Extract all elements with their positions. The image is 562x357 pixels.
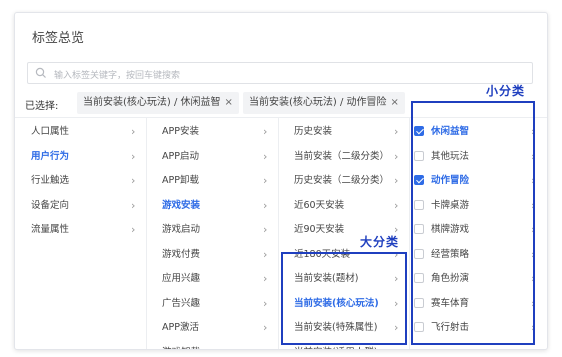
selected-tag-text: 当前安装(核心玩法) / 动作冒险 bbox=[249, 97, 387, 108]
chevron-right-icon: › bbox=[394, 125, 399, 138]
list-item[interactable]: 应用兴趣 › bbox=[146, 267, 278, 291]
list-item-label: APP激活 bbox=[162, 322, 199, 333]
chevron-right-icon: › bbox=[263, 198, 268, 212]
chevron-right-icon: › bbox=[263, 149, 268, 163]
big-category-annotation: 大分类 bbox=[360, 235, 400, 249]
chevron-right-icon: › bbox=[394, 198, 399, 212]
list-item[interactable]: APP卸载 › bbox=[146, 169, 278, 193]
chevron-right-icon: › bbox=[131, 198, 136, 212]
list-item-label: 行业触选 bbox=[31, 175, 70, 186]
chevron-right-icon: › bbox=[263, 125, 268, 138]
selected-tag[interactable]: 当前安装(核心玩法) / 休闲益智 × bbox=[77, 92, 239, 114]
chevron-right-icon: › bbox=[263, 341, 267, 350]
list-item-label: 近60天安装 bbox=[294, 199, 345, 211]
list-item[interactable]: 广告兴趣 › bbox=[146, 292, 278, 316]
chevron-right-icon: › bbox=[263, 247, 268, 261]
chevron-right-icon: › bbox=[394, 149, 399, 163]
chevron-right-icon: › bbox=[263, 174, 268, 187]
list-item-label: 当前安装（二级分类） bbox=[294, 150, 390, 162]
chevron-right-icon: › bbox=[131, 223, 136, 236]
list-item-label: 应用兴趣 bbox=[162, 273, 201, 284]
list-item-label: APP启动 bbox=[162, 150, 199, 162]
small-category-annotation: 小分类 bbox=[486, 84, 526, 98]
list-item-label: 近90天安装 bbox=[294, 224, 345, 235]
list-item[interactable]: 历史安装（二级分类） › bbox=[278, 169, 409, 193]
chevron-right-icon: › bbox=[263, 272, 268, 285]
column-level-1: 人口属性 › 用户行为 › 行业触选 › 设备定向 › 流量属性 › bbox=[15, 118, 147, 349]
selected-label: 已选择: bbox=[25, 101, 59, 112]
search-placeholder: 输入标签关键字，按回车键搜索 bbox=[54, 71, 181, 81]
list-item[interactable]: 人口属性 › bbox=[15, 120, 146, 144]
chevron-right-icon: › bbox=[131, 125, 136, 138]
list-item[interactable]: 游戏安装 › bbox=[146, 194, 278, 218]
list-item[interactable]: 游戏卸载 › bbox=[146, 341, 278, 350]
list-item[interactable]: APP安装 › bbox=[146, 120, 278, 144]
search-input[interactable]: 输入标签关键字，按回车键搜索 bbox=[27, 62, 533, 84]
selected-tag-text: 当前安装(核心玩法) / 休闲益智 bbox=[83, 97, 221, 108]
list-item-label: APP卸载 bbox=[162, 175, 199, 186]
list-item[interactable]: APP激活 › bbox=[146, 316, 278, 340]
page-title: 标签总览 bbox=[32, 31, 85, 46]
search-icon bbox=[35, 67, 46, 78]
list-item-label: 人口属性 bbox=[31, 126, 70, 137]
small-category-highlight bbox=[411, 101, 535, 345]
list-item-label: APP安装 bbox=[162, 126, 199, 137]
list-item-label: 游戏安装 bbox=[162, 199, 201, 211]
chevron-right-icon: › bbox=[263, 296, 268, 310]
list-item[interactable]: 游戏启动 › bbox=[146, 218, 278, 242]
chevron-right-icon: › bbox=[131, 149, 136, 163]
column-level-2: APP安装 › APP启动 › APP卸载 › 游戏安装 › 游戏启动 › 游戏付费 › 应用兴趣 › 广告… bbox=[146, 118, 279, 350]
chevron-right-icon: › bbox=[131, 174, 136, 187]
close-icon[interactable]: × bbox=[391, 97, 399, 108]
list-item[interactable]: 历史安装 › bbox=[278, 120, 409, 144]
list-item[interactable]: 游戏付费 › bbox=[146, 243, 278, 267]
list-item[interactable]: 用户行为 › bbox=[15, 145, 146, 169]
chevron-right-icon: › bbox=[394, 174, 399, 187]
list-item[interactable]: 流量属性 › bbox=[15, 218, 146, 242]
list-item-label: 用户行为 bbox=[31, 150, 70, 162]
big-category-highlight bbox=[281, 252, 407, 345]
list-item-label: 游戏启动 bbox=[162, 224, 201, 235]
list-item-label: 游戏付费 bbox=[162, 248, 201, 260]
list-item-label: 设备定向 bbox=[31, 199, 70, 211]
list-item-label: 游戏卸载 bbox=[162, 341, 200, 350]
close-icon[interactable]: × bbox=[225, 97, 233, 108]
selected-tag[interactable]: 当前安装(核心玩法) / 动作冒险 × bbox=[243, 92, 405, 114]
chevron-right-icon: › bbox=[263, 321, 268, 334]
chevron-right-icon: › bbox=[263, 223, 268, 236]
list-item[interactable]: 设备定向 › bbox=[15, 194, 146, 218]
list-item-label: 流量属性 bbox=[31, 224, 70, 235]
list-item-label: 历史安装 bbox=[294, 126, 333, 137]
list-item[interactable]: APP启动 › bbox=[146, 145, 278, 169]
list-item[interactable]: 当前安装（二级分类） › bbox=[278, 145, 409, 169]
list-item-label: 历史安装（二级分类） bbox=[294, 175, 390, 186]
list-item-label: 广告兴趣 bbox=[162, 297, 201, 309]
list-item[interactable]: 行业触选 › bbox=[15, 169, 146, 193]
list-item[interactable]: 近60天安装 › bbox=[278, 194, 409, 218]
